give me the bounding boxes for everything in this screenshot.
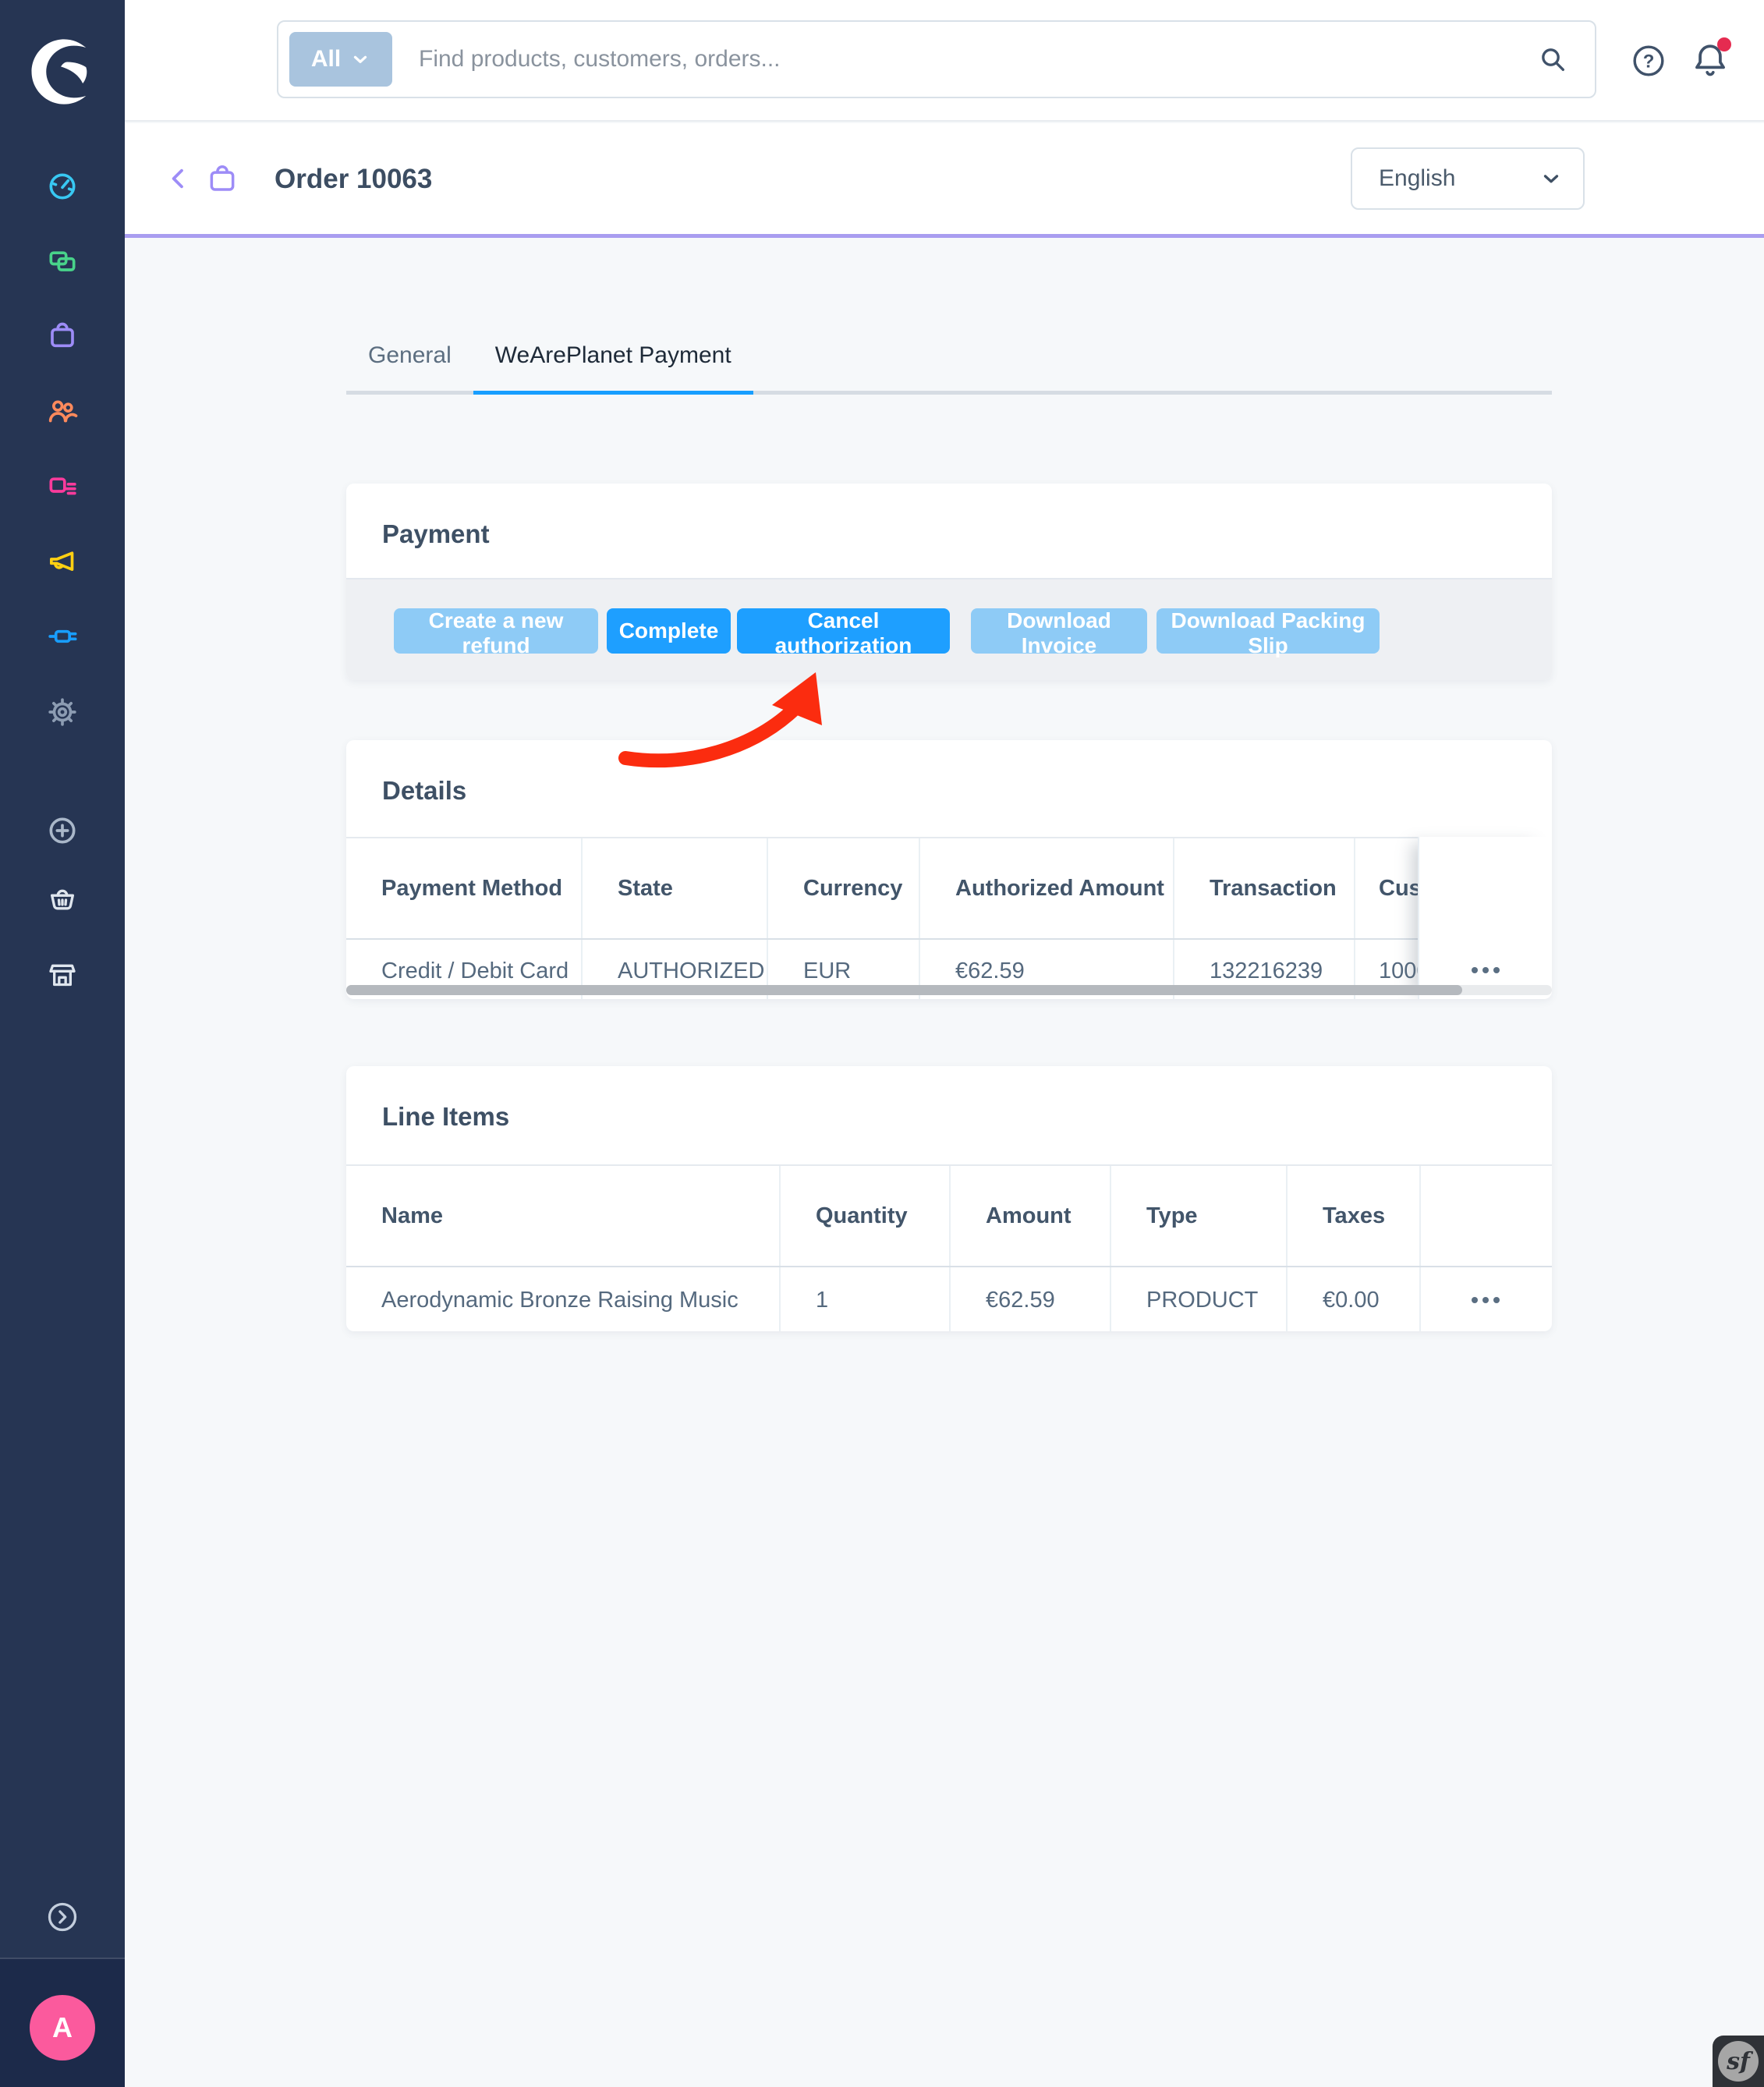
search-filter-chip[interactable]: All (289, 32, 392, 87)
details-table: Payment Method State Currency Authorized… (346, 837, 1552, 999)
cell-type: PRODUCT (1111, 1267, 1288, 1331)
page-header: Order 10063 English (125, 123, 1764, 238)
cell-name: Aerodynamic Bronze Raising Music (346, 1267, 781, 1331)
sidebar-item-add[interactable] (47, 815, 78, 846)
ellipsis-icon[interactable] (1472, 1297, 1500, 1303)
sidebar-item-customers[interactable] (47, 395, 78, 427)
column-header-payment-method[interactable]: Payment Method (346, 838, 583, 938)
column-header-type[interactable]: Type (1111, 1166, 1288, 1266)
gauge-icon (47, 171, 78, 202)
shopware-logo-icon (22, 33, 100, 111)
page-title: Order 10063 (275, 164, 432, 195)
gear-icon (47, 696, 78, 728)
pages-icon (47, 472, 78, 503)
sidebar-user-section: A (0, 1958, 125, 2087)
complete-button[interactable]: Complete (607, 608, 731, 654)
notifications-icon[interactable] (1691, 41, 1730, 80)
symfony-logo-icon: sf (1718, 2041, 1759, 2082)
search-box: All (277, 20, 1596, 98)
catalog-icon (47, 246, 78, 277)
details-table-header: Payment Method State Currency Authorized… (346, 838, 1552, 940)
storefront-icon (47, 959, 78, 990)
line-items-table: Name Quantity Amount Type Taxes Aerodyna… (346, 1164, 1552, 1331)
topbar: All ? (125, 0, 1764, 122)
cell-amount: €62.59 (951, 1267, 1111, 1331)
payment-actions-bar: Create a new refund Complete Cancel auth… (346, 578, 1552, 680)
details-card-title: Details (382, 776, 466, 806)
column-header-currency[interactable]: Currency (768, 838, 920, 938)
column-header-name[interactable]: Name (346, 1166, 781, 1266)
symfony-toolbar-button[interactable]: sf (1713, 2036, 1764, 2087)
svg-text:?: ? (1643, 51, 1655, 72)
sidebar-item-marketing[interactable] (47, 546, 78, 577)
chevron-left-icon (164, 164, 193, 193)
horizontal-scrollbar (346, 985, 1552, 995)
main-content: General WeArePlanet Payment Payment Crea… (125, 242, 1764, 2087)
column-header-transaction[interactable]: Transaction (1174, 838, 1355, 938)
tab-wearplanet-payment[interactable]: WeArePlanet Payment (473, 342, 753, 391)
cancel-authorization-button[interactable]: Cancel authorization (737, 608, 950, 654)
line-items-card-title: Line Items (382, 1102, 509, 1132)
table-row[interactable]: Aerodynamic Bronze Raising Music 1 €62.5… (346, 1267, 1552, 1331)
details-actions-column (1418, 837, 1552, 999)
download-invoice-button[interactable]: Download Invoice (971, 608, 1147, 654)
payment-card: Payment Create a new refund Complete Can… (346, 484, 1552, 680)
back-button[interactable] (164, 164, 193, 193)
sidebar-item-settings[interactable] (47, 696, 78, 728)
cell-taxes: €0.00 (1288, 1267, 1421, 1331)
column-header-customer[interactable]: Customer (1355, 838, 1418, 938)
search-input[interactable] (419, 22, 1495, 97)
sidebar-item-content[interactable] (47, 472, 78, 503)
sidebar-collapse-button[interactable] (45, 1900, 80, 1934)
sidebar-item-dashboard[interactable] (47, 171, 78, 202)
cell-quantity: 1 (781, 1267, 951, 1331)
sidebar-item-catalogues[interactable] (47, 246, 78, 277)
plus-circle-icon (47, 815, 78, 846)
payment-card-title: Payment (382, 519, 490, 549)
search-filter-label: All (311, 46, 341, 73)
horizontal-scrollbar-thumb[interactable] (346, 985, 1462, 995)
tab-general[interactable]: General (346, 342, 473, 391)
column-header-authorized-amount[interactable]: Authorized Amount (920, 838, 1174, 938)
avatar[interactable]: A (30, 1995, 95, 2060)
red-arrow-annotation (615, 663, 848, 780)
sidebar-item-basket[interactable] (47, 884, 78, 916)
sidebar-item-orders[interactable] (47, 320, 78, 351)
shopping-bag-icon (47, 320, 78, 351)
tab-bar: General WeArePlanet Payment (346, 328, 1552, 395)
sidebar-item-storefront[interactable] (47, 959, 78, 990)
language-select-value: English (1379, 165, 1455, 192)
cell-actions (1421, 1267, 1550, 1331)
line-items-table-header: Name Quantity Amount Type Taxes (346, 1166, 1552, 1267)
create-refund-button[interactable]: Create a new refund (394, 608, 598, 654)
column-header-actions (1421, 1166, 1550, 1266)
language-select[interactable]: English (1351, 147, 1585, 210)
chevron-down-icon (350, 49, 370, 69)
basket-icon (47, 884, 78, 916)
column-header-quantity[interactable]: Quantity (781, 1166, 951, 1266)
chevron-right-circle-icon (45, 1900, 80, 1934)
search-icon[interactable] (1537, 44, 1568, 75)
sidebar: A (0, 0, 125, 2087)
column-header-state[interactable]: State (583, 838, 768, 938)
megaphone-icon (47, 546, 78, 577)
plug-icon (47, 621, 78, 652)
help-icon[interactable]: ? (1631, 43, 1667, 79)
customers-icon (47, 395, 78, 427)
shopping-bag-icon[interactable] (206, 162, 239, 195)
ellipsis-icon[interactable] (1472, 967, 1500, 973)
column-header-amount[interactable]: Amount (951, 1166, 1111, 1266)
column-header-taxes[interactable]: Taxes (1288, 1166, 1421, 1266)
line-items-card: Line Items Name Quantity Amount Type Tax… (346, 1066, 1552, 1331)
chevron-down-icon (1539, 167, 1563, 190)
sidebar-item-extensions[interactable] (47, 621, 78, 652)
download-packing-slip-button[interactable]: Download Packing Slip (1157, 608, 1380, 654)
details-card: Details Payment Method State Currency Au… (346, 740, 1552, 999)
notification-badge (1717, 37, 1731, 51)
